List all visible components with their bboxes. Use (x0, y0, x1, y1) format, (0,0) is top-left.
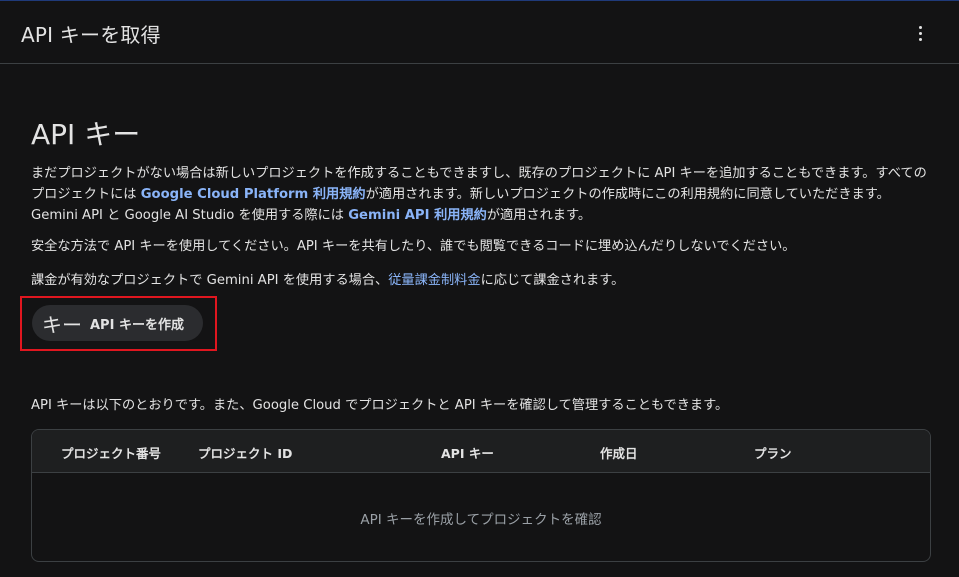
column-header-plan: プラン (754, 446, 792, 461)
key-icon: キー (42, 312, 82, 337)
table-header: プロジェクト番号 プロジェクト ID API キー 作成日 プラン (32, 430, 930, 473)
section-title: API キー (31, 118, 141, 151)
intro-text-3: が適用されます。 (486, 208, 592, 223)
billing-paragraph: 課金が有効なプロジェクトで Gemini API を使用する場合、従量課金制料金… (31, 270, 936, 291)
api-keys-table: プロジェクト番号 プロジェクト ID API キー 作成日 プラン API キー… (31, 429, 931, 562)
column-header-project-id: プロジェクト ID (198, 446, 293, 461)
pricing-link[interactable]: 従量課金制料金 (388, 273, 480, 288)
kebab-dot (918, 25, 922, 29)
intro-paragraph: まだプロジェクトがない場合は新しいプロジェクトを作成することもできますし、既存の… (31, 163, 936, 226)
billing-text-1: 課金が有効なプロジェクトで Gemini API を使用する場合、 (31, 273, 389, 288)
page-header: API キーを取得 (0, 1, 959, 64)
empty-state-text: API キーを作成してプロジェクトを確認 (360, 511, 602, 528)
kebab-dot (918, 37, 922, 41)
column-header-api-key: API キー (441, 446, 494, 461)
list-intro: API キーは以下のとおりです。また、Google Cloud でプロジェクトと… (31, 398, 729, 413)
column-header-created: 作成日 (600, 446, 638, 461)
create-api-key-label: API キーを作成 (90, 317, 184, 333)
page-title: API キーを取得 (21, 23, 161, 47)
kebab-dot (918, 31, 922, 35)
billing-text-2: に応じて課金されます。 (480, 273, 625, 288)
gcp-terms-link[interactable]: Google Cloud Platform 利用規約 (141, 187, 366, 202)
gemini-terms-link[interactable]: Gemini API 利用規約 (348, 208, 487, 223)
create-api-key-button[interactable]: キー API キーを作成 (32, 305, 203, 341)
security-note: 安全な方法で API キーを使用してください。API キーを共有したり、誰でも閲… (31, 239, 796, 254)
column-header-project-number: プロジェクト番号 (61, 446, 162, 461)
more-options-icon[interactable] (908, 21, 932, 45)
